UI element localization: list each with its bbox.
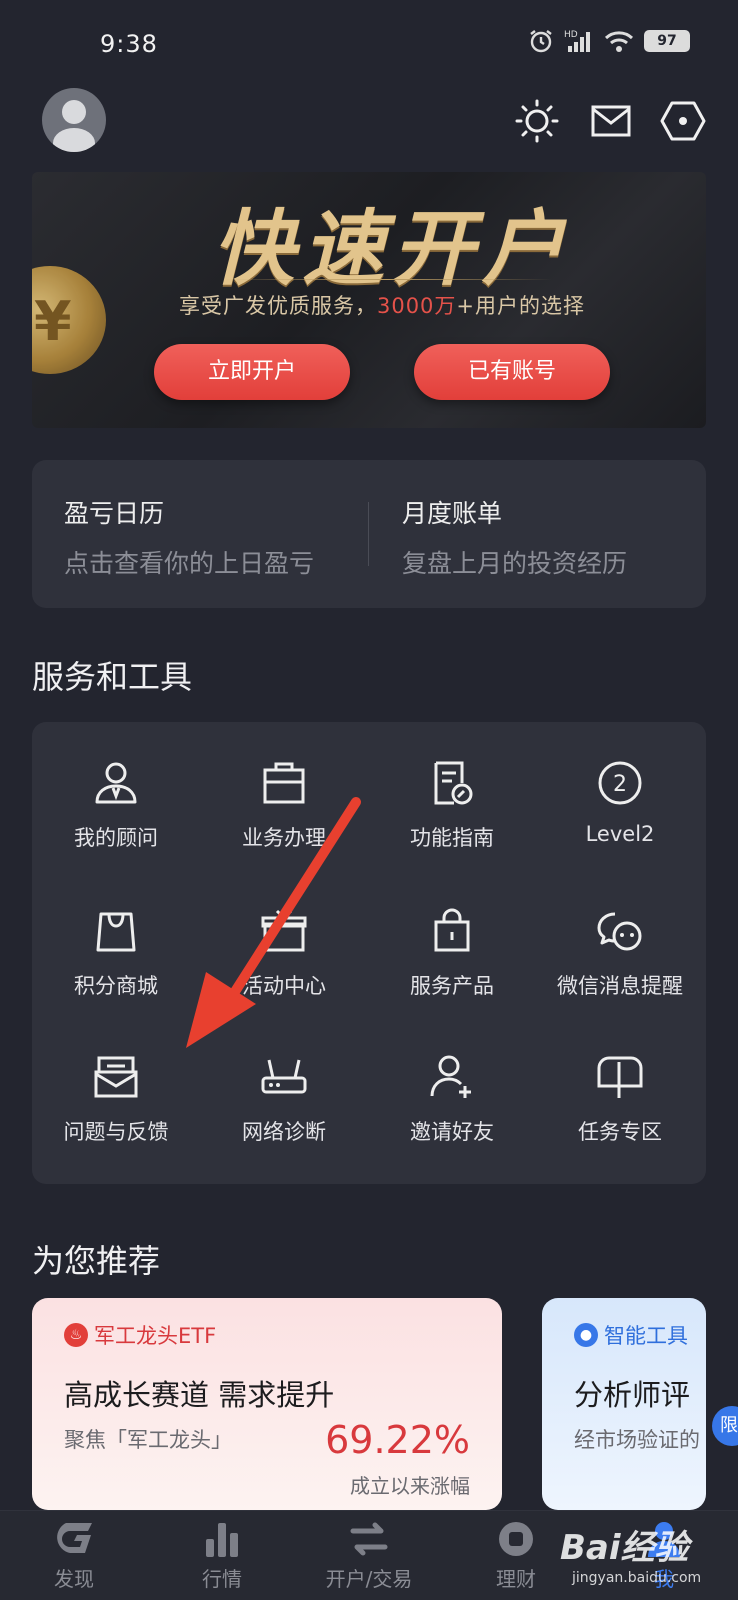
open-account-banner[interactable]: ¥ 快速开户 享受广发优质服务，3000万+用户的选择 立即开户 已有账号	[32, 172, 706, 428]
wealth-icon	[499, 1522, 533, 1556]
card-tag: ♨ 军工龙头ETF	[64, 1320, 216, 1350]
tool-feedback[interactable]: 问题与反馈	[32, 1052, 200, 1192]
card-tag: ● 智能工具	[574, 1320, 688, 1350]
tool-label: 功能指南	[410, 826, 494, 850]
tab-trade[interactable]: 开户/交易	[309, 1519, 429, 1592]
shopping-bag-icon	[96, 912, 136, 952]
bulb-icon: ●	[574, 1323, 598, 1347]
banner-title: 快速开户	[212, 202, 572, 297]
tool-label: 问题与反馈	[63, 1120, 169, 1144]
card-sub: 经市场验证的	[574, 1428, 700, 1452]
add-user-icon	[430, 1055, 471, 1098]
alarm-icon	[530, 30, 552, 53]
mail-feedback-icon	[94, 1056, 138, 1098]
svg-text:HD: HD	[564, 30, 578, 40]
banner-subtitle: 享受广发优质服务，3000万+用户的选择	[178, 294, 586, 318]
services-title: 服务和工具	[32, 658, 193, 696]
avatar-head	[62, 100, 86, 124]
wechat-icon	[597, 912, 642, 951]
tool-label: 积分商城	[74, 974, 158, 998]
monthly-bill[interactable]: 月度账单 复盘上月的投资经历	[402, 494, 627, 580]
tool-invite-friends[interactable]: 邀请好友	[368, 1052, 536, 1192]
flame-icon: ♨	[64, 1323, 88, 1347]
wifi-icon	[604, 31, 634, 52]
tab-discover[interactable]: 发现	[14, 1519, 134, 1592]
tool-label: 邀请好友	[410, 1120, 494, 1144]
tool-level2[interactable]: 2 Level2	[536, 758, 704, 898]
card-headline: 分析师评	[574, 1378, 691, 1412]
gift-icon	[261, 909, 307, 952]
lock-bag-icon	[434, 908, 470, 952]
tool-activity-center[interactable]: 活动中心	[200, 906, 368, 1046]
tool-business[interactable]: 业务办理	[200, 758, 368, 898]
tool-task-zone[interactable]: 任务专区	[536, 1052, 704, 1192]
advisor-icon	[95, 762, 137, 804]
svg-text:2: 2	[613, 772, 627, 797]
router-icon	[261, 1059, 307, 1094]
recommend-card-etf[interactable]: ♨ 军工龙头ETF 高成长赛道 需求提升 聚焦「军工龙头」 69.22% 成立以…	[32, 1298, 502, 1510]
tool-wechat-reminder[interactable]: 微信消息提醒	[536, 906, 704, 1046]
tool-label: 服务产品	[410, 974, 494, 998]
card-percent: 69.22%	[325, 1418, 470, 1462]
limit-badge[interactable]: 限	[712, 1406, 738, 1446]
tool-label: 网络诊断	[242, 1120, 326, 1144]
tool-points-mall[interactable]: 积分商城	[32, 906, 200, 1046]
discover-logo-icon	[57, 1523, 92, 1553]
pnl-calendar[interactable]: 盈亏日历 点击查看你的上日盈亏	[64, 494, 314, 580]
battery-indicator: 97	[644, 30, 690, 52]
tool-label: 我的顾问	[74, 826, 158, 850]
monthly-bill-title: 月度账单	[402, 499, 503, 528]
card-percent-label: 成立以来涨幅	[350, 1474, 470, 1498]
pnl-calendar-title: 盈亏日历	[64, 499, 165, 528]
tool-label: 微信消息提醒	[557, 974, 683, 998]
tab-wealth[interactable]: 理财	[456, 1519, 576, 1592]
card-headline: 高成长赛道 需求提升	[64, 1378, 335, 1412]
monthly-bill-sub: 复盘上月的投资经历	[402, 549, 628, 578]
tool-service-products[interactable]: 服务产品	[368, 906, 536, 1046]
recommend-title: 为您推荐	[32, 1242, 161, 1280]
message-envelope-icon[interactable]	[588, 98, 634, 144]
briefcase-icon	[263, 762, 305, 804]
banner-divider	[222, 279, 552, 280]
mailbox-icon	[597, 1056, 643, 1098]
settings-hexagon-icon[interactable]	[660, 98, 706, 144]
tool-label: 业务办理	[242, 826, 326, 850]
status-bar: 9:38 HD 97	[0, 0, 738, 86]
coin-illustration: ¥	[32, 266, 106, 374]
tool-label: 活动中心	[242, 974, 326, 998]
signal-icon: HD	[564, 30, 590, 52]
theme-sun-icon[interactable]	[514, 98, 560, 144]
tab-market[interactable]: 行情	[162, 1519, 282, 1592]
tool-my-advisor[interactable]: 我的顾问	[32, 758, 200, 898]
card-sub: 聚焦「军工龙头」	[64, 1428, 232, 1452]
status-icons: HD 97	[528, 28, 690, 54]
guide-icon	[434, 761, 473, 805]
avatar[interactable]	[42, 88, 106, 152]
tool-guide[interactable]: 功能指南	[368, 758, 536, 898]
baidu-watermark: Bai经验 jingyan.baidu.com	[560, 1528, 702, 1586]
bar-chart-icon	[206, 1523, 238, 1557]
tool-label: 任务专区	[578, 1120, 662, 1144]
pnl-calendar-sub: 点击查看你的上日盈亏	[64, 549, 315, 578]
avatar-body	[53, 128, 95, 152]
services-grid: 我的顾问 业务办理 功能指南 2 Level2 积分商城 活动中心 服务产品 微…	[32, 722, 706, 1184]
tool-network-diagnosis[interactable]: 网络诊断	[200, 1052, 368, 1192]
level2-icon: 2	[598, 761, 642, 805]
open-account-button[interactable]: 立即开户	[154, 344, 350, 400]
existing-account-button[interactable]: 已有账号	[414, 344, 610, 400]
top-bar	[0, 86, 738, 166]
pnl-divider	[368, 502, 369, 566]
recommend-card-tools[interactable]: ● 智能工具 分析师评 经市场验证的	[542, 1298, 706, 1510]
swap-arrows-icon	[350, 1522, 388, 1556]
status-time: 9:38	[100, 30, 158, 58]
pnl-card: 盈亏日历 点击查看你的上日盈亏 月度账单 复盘上月的投资经历	[32, 460, 706, 608]
tool-label: Level2	[585, 822, 655, 846]
